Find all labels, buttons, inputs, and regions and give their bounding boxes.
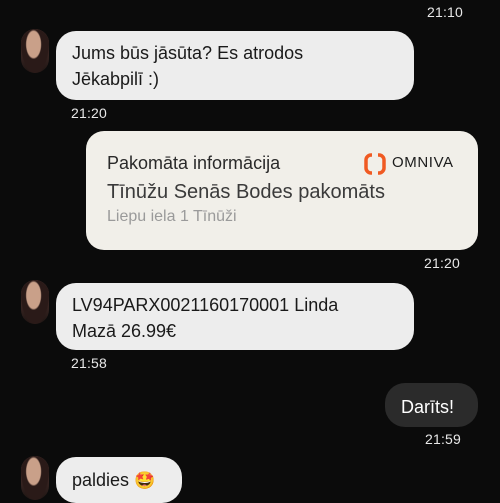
message-text-line: LV94PARX0021160170001 Linda [72, 295, 339, 315]
message-text: Darīts! [401, 397, 455, 417]
card-title: Pakomāta informācija [107, 153, 281, 173]
message-bubble-incoming[interactable]: Jums būs jāsūta? Es atrodos Jēkabpilī :) [56, 31, 414, 100]
message-text-line: Mazā 26.99€ [72, 321, 177, 341]
brand-name: OMNIVA [392, 154, 454, 171]
message-timestamp: 21:20 [71, 105, 108, 121]
message-bubble-incoming[interactable]: LV94PARX0021160170001 Linda Mazā 26.99€ [56, 283, 414, 350]
message-timestamp: 21:58 [71, 355, 108, 371]
message-text-line: Jēkabpilī :) [72, 69, 160, 89]
locker-name: Tīnūžu Senās Bodes pakomāts [107, 181, 385, 203]
message-bubble-incoming[interactable]: paldies 🤩 [56, 457, 182, 503]
contact-avatar[interactable] [21, 29, 49, 73]
contact-avatar[interactable] [21, 456, 49, 500]
message-text: paldies [72, 470, 130, 490]
locker-address: Liepu iela 1 Tīnūži [107, 208, 237, 225]
message-bubble-outgoing[interactable]: Darīts! [385, 383, 478, 427]
contact-avatar[interactable] [21, 280, 49, 324]
message-timestamp: 21:10 [427, 4, 464, 20]
star-struck-emoji-icon: 🤩 [134, 471, 156, 491]
parcel-locker-card[interactable]: Pakomāta informācija OMNIVA Tīnūžu Senās… [86, 131, 478, 250]
omniva-logo-icon [364, 153, 386, 175]
message-text-line: Jums būs jāsūta? Es atrodos [72, 43, 304, 63]
message-timestamp: 21:59 [425, 431, 462, 447]
message-timestamp: 21:20 [424, 255, 461, 271]
